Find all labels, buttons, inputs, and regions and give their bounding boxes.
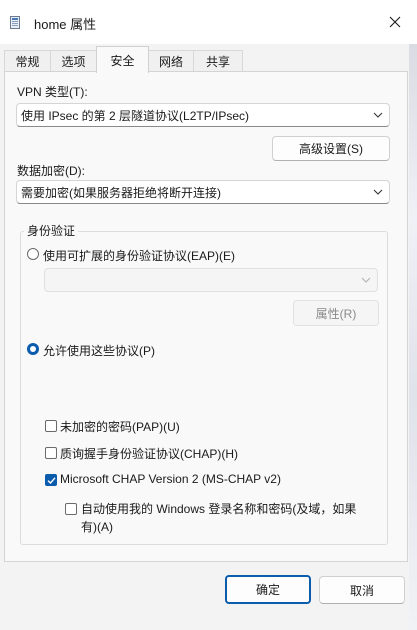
encryption-value: 需要加密(如果服务器拒绝将断开连接) xyxy=(21,185,221,200)
button-label: 属性(R) xyxy=(315,306,357,321)
allow-protocols-radio[interactable] xyxy=(27,343,39,355)
tab-label: 网络 xyxy=(158,54,183,69)
eap-option-label[interactable]: 使用可扩展的身份验证协议(EAP)(E) xyxy=(43,247,235,264)
mschapv2-checkbox[interactable] xyxy=(45,474,57,486)
chevron-down-icon xyxy=(373,112,383,118)
window-title: home 属性 xyxy=(34,17,97,32)
checkmark-icon xyxy=(47,477,56,485)
authentication-group-label: 身份验证 xyxy=(24,222,79,239)
pap-label[interactable]: 未加密的密码(PAP)(U) xyxy=(60,418,180,435)
button-label: 取消 xyxy=(349,583,374,598)
ok-button[interactable]: 确定 xyxy=(225,575,311,604)
background-window-strip xyxy=(409,44,417,630)
eap-method-select[interactable] xyxy=(44,268,378,292)
auto-logon-label-line2[interactable]: 有)(A) xyxy=(81,518,113,535)
close-button[interactable] xyxy=(381,8,409,36)
tab-security[interactable]: 安全 xyxy=(96,46,149,73)
mschapv2-label[interactable]: Microsoft CHAP Version 2 (MS-CHAP v2) xyxy=(60,472,281,486)
tab-network[interactable]: 网络 xyxy=(148,50,194,71)
tab-label: 选项 xyxy=(61,54,86,69)
advanced-settings-button[interactable]: 高级设置(S) xyxy=(272,136,390,161)
properties-dialog: home 属性 常规 选项 安全 网络 共享 VPN 类型(T): 使用 IPs… xyxy=(0,0,417,630)
auto-logon-label-line1[interactable]: 自动使用我的 Windows 登录名称和密码(及域，如果 xyxy=(81,500,356,517)
button-label: 确定 xyxy=(255,583,280,597)
tab-label: 常规 xyxy=(15,54,40,69)
eap-properties-button[interactable]: 属性(R) xyxy=(293,300,379,326)
encryption-label: 数据加密(D): xyxy=(17,164,85,178)
tab-sharing[interactable]: 共享 xyxy=(193,50,243,71)
encryption-select[interactable]: 需要加密(如果服务器拒绝将断开连接) xyxy=(16,180,390,204)
chap-label[interactable]: 质询握手身份验证协议(CHAP)(H) xyxy=(60,445,238,462)
chap-checkbox[interactable] xyxy=(45,447,57,459)
tab-general[interactable]: 常规 xyxy=(4,50,51,71)
pap-checkbox[interactable] xyxy=(45,420,57,432)
tab-label: 安全 xyxy=(110,53,135,68)
close-icon xyxy=(389,16,401,28)
vpn-type-select[interactable]: 使用 IPsec 的第 2 层隧道协议(L2TP/IPsec) xyxy=(16,103,390,127)
tab-options[interactable]: 选项 xyxy=(50,50,97,71)
vpn-type-label: VPN 类型(T): xyxy=(17,85,88,99)
button-label: 高级设置(S) xyxy=(299,142,363,156)
allow-protocols-label[interactable]: 允许使用这些协议(P) xyxy=(43,342,155,359)
chevron-down-icon xyxy=(361,277,371,283)
auto-logon-checkbox[interactable] xyxy=(65,503,77,515)
vpn-type-value: 使用 IPsec 的第 2 层隧道协议(L2TP/IPsec) xyxy=(21,108,250,123)
tab-strip: 常规 选项 安全 网络 共享 xyxy=(4,46,410,73)
connection-icon xyxy=(10,16,20,29)
title-bar[interactable]: home 属性 xyxy=(0,0,417,44)
tab-label: 共享 xyxy=(205,54,230,69)
chevron-down-icon xyxy=(373,189,383,195)
cancel-button[interactable]: 取消 xyxy=(319,576,405,604)
eap-radio[interactable] xyxy=(27,248,39,260)
